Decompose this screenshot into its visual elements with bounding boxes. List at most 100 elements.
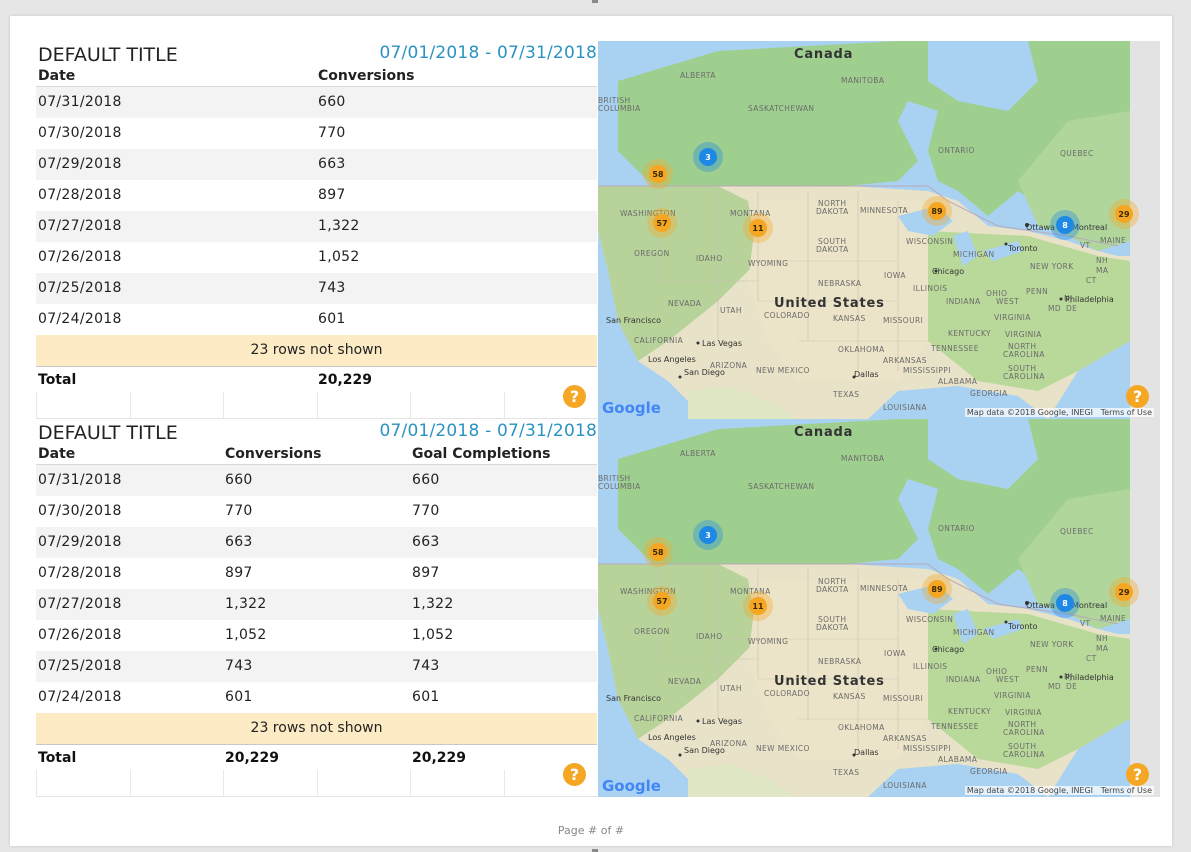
table-cell: 07/25/2018 (38, 658, 122, 674)
svg-text:WISCONSIN: WISCONSIN (906, 237, 953, 246)
map-attribution[interactable]: Map data ©2018 Google, INEGI Terms of Us… (964, 408, 1154, 417)
map-cluster-marker[interactable]: 89 (922, 196, 952, 226)
table-row[interactable]: 07/31/2018 660 (36, 87, 597, 118)
google-logo[interactable]: Google (602, 777, 661, 795)
map-cluster-marker[interactable]: 8 (1050, 588, 1080, 618)
map-cluster-marker[interactable]: 29 (1109, 199, 1139, 229)
svg-text:DAKOTA: DAKOTA (816, 585, 849, 594)
svg-text:INDIANA: INDIANA (946, 675, 981, 684)
google-logo[interactable]: Google (602, 399, 661, 417)
table-row[interactable]: 07/25/2018 743 (36, 273, 597, 304)
map-cluster-marker[interactable]: 57 (647, 208, 677, 238)
total-divider (36, 744, 597, 745)
svg-text:ALBERTA: ALBERTA (680, 71, 716, 80)
table-row[interactable]: 07/24/2018 601 601 (36, 682, 597, 713)
svg-text:MAINE: MAINE (1100, 614, 1126, 623)
empty-grid-cell (223, 392, 224, 418)
svg-text:MD: MD (1048, 682, 1061, 691)
cluster-map[interactable]: ALBERTA MANITOBA SASKATCHEWAN BRITISH CO… (598, 41, 1160, 419)
svg-text:ALABAMA: ALABAMA (938, 755, 978, 764)
empty-grid-cell (36, 392, 37, 418)
map-cluster-marker[interactable]: 89 (922, 574, 952, 604)
terms-of-use-link: Terms of Use (1100, 786, 1152, 795)
map-cluster-marker[interactable]: 58 (643, 159, 673, 189)
table-row[interactable]: 07/30/2018 770 (36, 118, 597, 149)
cluster-count-label: 57 (656, 219, 667, 228)
report-page: Page # of # DEFAULT TITLE 07/01/2018 - 07… (10, 16, 1172, 846)
column-header[interactable]: Conversions (318, 68, 414, 86)
svg-text:OKLAHOMA: OKLAHOMA (838, 345, 885, 354)
column-header[interactable]: Date (38, 446, 75, 464)
svg-text:DAKOTA: DAKOTA (816, 245, 849, 254)
svg-text:MICHIGAN: MICHIGAN (953, 628, 995, 637)
table-row[interactable]: 07/28/2018 897 897 (36, 558, 597, 589)
help-icon[interactable]: ? (563, 763, 586, 786)
svg-text:Dallas: Dallas (854, 370, 879, 379)
column-header[interactable]: Conversions (225, 446, 321, 464)
cluster-count-label: 3 (705, 531, 711, 540)
map-canvas[interactable]: ALBERTA MANITOBA SASKATCHEWAN BRITISH CO… (598, 41, 1160, 419)
table-row[interactable]: 07/27/2018 1,322 (36, 211, 597, 242)
table-cell: 1,322 (225, 596, 267, 612)
table-row[interactable]: 07/30/2018 770 770 (36, 496, 597, 527)
svg-text:CT: CT (1086, 276, 1097, 285)
map-cluster-marker[interactable]: 58 (643, 537, 673, 567)
table-title: DEFAULT TITLE (38, 44, 178, 66)
svg-text:NEVADA: NEVADA (668, 299, 702, 308)
map-cluster-marker[interactable]: 3 (693, 520, 723, 550)
table-title: DEFAULT TITLE (38, 422, 178, 444)
empty-grid-cell (36, 770, 37, 796)
svg-text:TENNESSEE: TENNESSEE (930, 722, 979, 731)
svg-text:IDAHO: IDAHO (696, 254, 723, 263)
map-attribution[interactable]: Map data ©2018 Google, INEGI Terms of Us… (964, 786, 1154, 795)
table-row[interactable]: 07/26/2018 1,052 1,052 (36, 620, 597, 651)
svg-text:San Diego: San Diego (684, 746, 725, 755)
table-row[interactable]: 07/26/2018 1,052 (36, 242, 597, 273)
map-help-icon[interactable]: ? (1126, 763, 1149, 786)
svg-text:CAROLINA: CAROLINA (1003, 728, 1045, 737)
svg-text:MINNESOTA: MINNESOTA (860, 206, 909, 215)
svg-text:MA: MA (1096, 266, 1109, 275)
table-cell: 07/25/2018 (38, 280, 122, 296)
cluster-count-label: 8 (1062, 221, 1068, 230)
table-cell: 07/24/2018 (38, 689, 122, 705)
map-cluster-marker[interactable]: 57 (647, 586, 677, 616)
map-cluster-marker[interactable]: 11 (743, 591, 773, 621)
table-row[interactable]: 07/24/2018 601 (36, 304, 597, 335)
help-icon[interactable]: ? (563, 385, 586, 408)
table-row[interactable]: 07/29/2018 663 663 (36, 527, 597, 558)
table-row[interactable]: 07/28/2018 897 (36, 180, 597, 211)
svg-text:LOUISIANA: LOUISIANA (883, 781, 927, 790)
map-help-icon[interactable]: ? (1126, 385, 1149, 408)
table-row[interactable]: 07/25/2018 743 743 (36, 651, 597, 682)
table-row[interactable]: 07/27/2018 1,322 1,322 (36, 589, 597, 620)
svg-text:WEST: WEST (996, 297, 1019, 306)
svg-text:NEW YORK: NEW YORK (1030, 262, 1074, 271)
svg-text:MINNESOTA: MINNESOTA (860, 584, 909, 593)
table-cell: 601 (225, 689, 253, 705)
map-cluster-marker[interactable]: 11 (743, 213, 773, 243)
map-cluster-marker[interactable]: 3 (693, 142, 723, 172)
svg-text:VIRGINIA: VIRGINIA (994, 313, 1031, 322)
map-cluster-marker[interactable]: 8 (1050, 210, 1080, 240)
svg-text:VIRGINIA: VIRGINIA (1005, 708, 1042, 717)
date-range: 07/01/2018 - 07/31/2018 (379, 421, 597, 441)
svg-text:NEBRASKA: NEBRASKA (818, 657, 862, 666)
column-header[interactable]: Date (38, 68, 75, 86)
svg-text:NH: NH (1096, 256, 1108, 265)
table-row[interactable]: 07/31/2018 660 660 (36, 465, 597, 496)
svg-text:Philadelphia: Philadelphia (1065, 673, 1114, 682)
table-cell: 743 (412, 658, 440, 674)
cluster-map[interactable]: ALBERTA MANITOBA SASKATCHEWAN BRITISH CO… (598, 419, 1160, 797)
terms-of-use-link: Terms of Use (1100, 408, 1152, 417)
svg-text:CAROLINA: CAROLINA (1003, 750, 1045, 759)
svg-text:NEW YORK: NEW YORK (1030, 640, 1074, 649)
svg-text:MD: MD (1048, 304, 1061, 313)
svg-text:QUEBEC: QUEBEC (1060, 527, 1094, 536)
map-cluster-marker[interactable]: 29 (1109, 577, 1139, 607)
column-header[interactable]: Goal Completions (412, 446, 550, 464)
table-cell: 07/29/2018 (38, 156, 122, 172)
svg-text:COLUMBIA: COLUMBIA (598, 482, 641, 491)
map-canvas[interactable]: ALBERTA MANITOBA SASKATCHEWAN BRITISH CO… (598, 419, 1160, 797)
table-row[interactable]: 07/29/2018 663 (36, 149, 597, 180)
